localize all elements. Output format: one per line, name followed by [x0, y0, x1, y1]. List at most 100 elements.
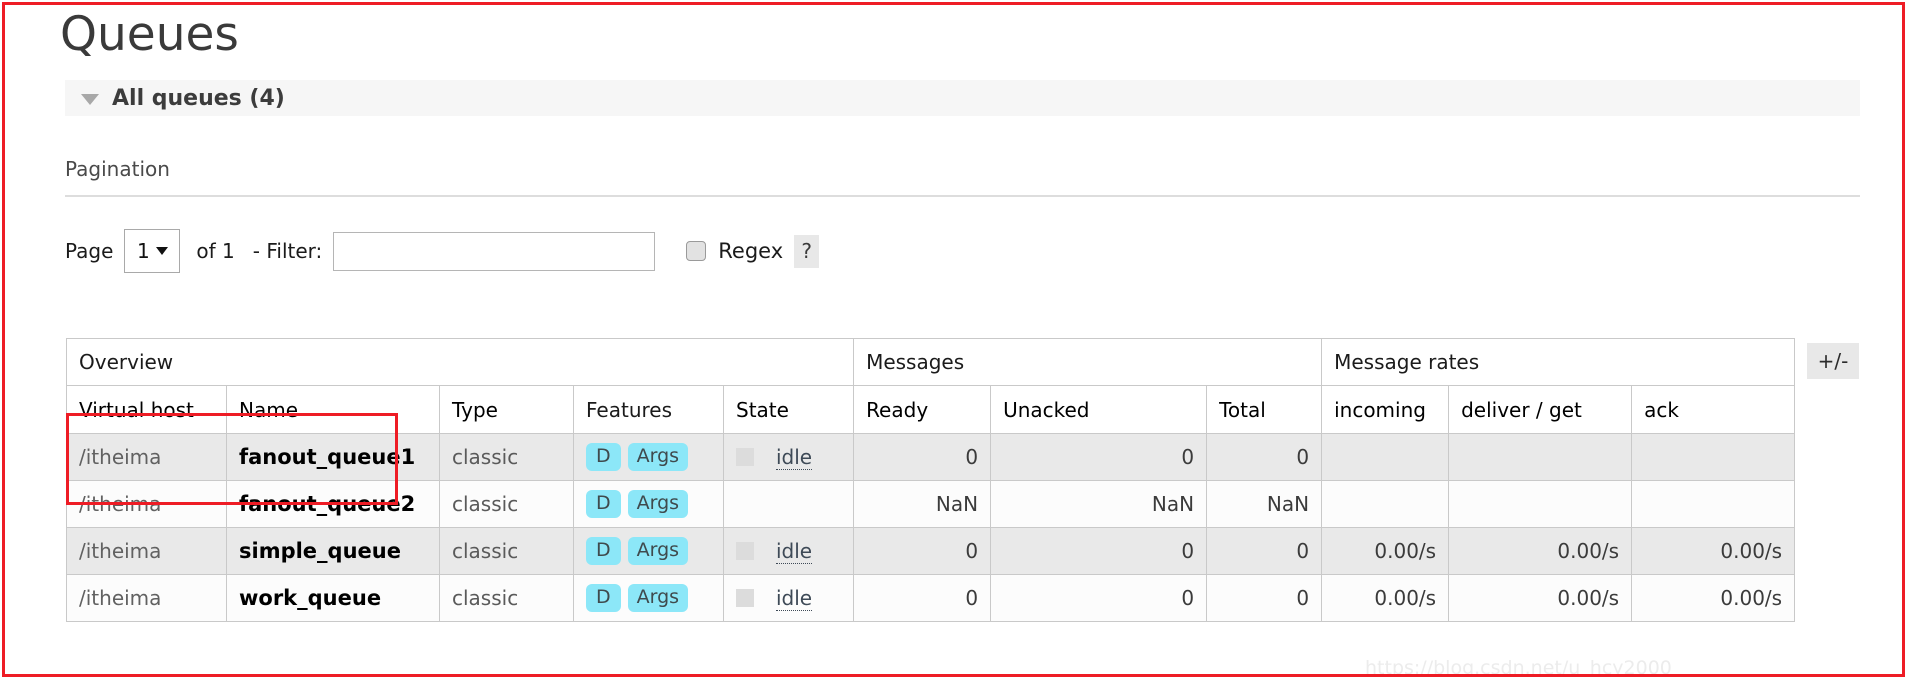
column-header-state[interactable]: State [722, 385, 855, 434]
cell-type: classic [439, 574, 574, 622]
durable-badge[interactable]: D [586, 489, 621, 519]
durable-badge[interactable]: D [586, 536, 621, 566]
args-badge[interactable]: Args [627, 442, 689, 472]
cell-incoming: 0.00/s [1321, 527, 1450, 575]
page-number-value: 1 [137, 239, 150, 263]
cell-type: classic [439, 527, 574, 575]
cell-ready: 0 [853, 433, 992, 481]
cell-ready: NaN [853, 480, 992, 528]
cell-type: classic [439, 433, 574, 481]
cell-virtual-host: /itheima [66, 527, 227, 575]
column-header-name[interactable]: Name [226, 385, 440, 434]
cell-deliver-get [1448, 433, 1633, 481]
watermark-text: https://blog.csdn.net/u_hcy2000 [1365, 657, 1672, 677]
cell-features: D Args [573, 527, 724, 575]
cell-deliver-get: 0.00/s [1448, 574, 1633, 622]
chevron-down-icon [155, 247, 168, 255]
column-header-unacked[interactable]: Unacked [990, 385, 1208, 434]
cell-virtual-host: /itheima [66, 574, 227, 622]
cell-unacked: 0 [990, 574, 1208, 622]
cell-ready: 0 [853, 527, 992, 575]
cell-features: D Args [573, 574, 724, 622]
table-group-header-row: Overview Messages Message rates [65, 338, 1796, 386]
durable-badge[interactable]: D [586, 442, 621, 472]
pagination-controls: Page 1 of 1 - Filter: Regex ? [65, 229, 820, 273]
state-indicator: idle [736, 445, 841, 470]
page-number-select[interactable]: 1 [124, 229, 181, 273]
state-indicator: idle [736, 586, 841, 611]
table-row[interactable]: /itheima fanout_queue2 classic D Args NaN NaN N… [66, 480, 1796, 528]
column-header-incoming[interactable]: incoming [1321, 385, 1450, 434]
page-total-label: of 1 [196, 239, 235, 263]
args-badge[interactable]: Args [627, 583, 689, 613]
cell-state: idle [722, 433, 855, 481]
table-row[interactable]: /itheima work_queue classic D Args idle 0 0 0 0.0… [66, 574, 1796, 622]
regex-help-button[interactable]: ? [794, 234, 820, 268]
cell-ack [1631, 433, 1796, 481]
queues-table-body: /itheima fanout_queue1 classic D Args idle 0 0 0… [66, 433, 1796, 622]
triangle-down-icon[interactable] [81, 93, 99, 105]
toggle-columns-button[interactable]: +/- [1807, 343, 1859, 379]
features-badges: D Args [586, 536, 711, 566]
cell-virtual-host: /itheima [66, 433, 227, 481]
pagination-divider [65, 195, 1860, 197]
cell-incoming [1321, 433, 1450, 481]
state-indicator: idle [736, 539, 841, 564]
cell-total: NaN [1206, 480, 1323, 528]
features-badges: D Args [586, 489, 711, 519]
page-label: Page [65, 239, 114, 263]
cell-total: 0 [1206, 574, 1323, 622]
group-header-message-rates: Message rates [1321, 338, 1796, 386]
cell-virtual-host: /itheima [66, 480, 227, 528]
queues-page: Queues All queues (4) Pagination Page 1 … [5, 5, 1902, 674]
cell-total: 0 [1206, 433, 1323, 481]
cell-queue-name[interactable]: fanout_queue2 [226, 480, 440, 528]
all-queues-section-header[interactable]: All queues (4) [65, 80, 1860, 116]
args-badge[interactable]: Args [627, 536, 689, 566]
durable-badge[interactable]: D [586, 583, 621, 613]
table-row[interactable]: /itheima simple_queue classic D Args idle 0 0 0 0… [66, 527, 1796, 575]
annotated-screenshot-frame: Queues All queues (4) Pagination Page 1 … [2, 2, 1905, 677]
regex-label: Regex [718, 239, 784, 263]
state-label: idle [776, 444, 813, 470]
cell-queue-name[interactable]: simple_queue [226, 527, 440, 575]
cell-features: D Args [573, 433, 724, 481]
args-badge[interactable]: Args [627, 489, 689, 519]
cell-unacked: 0 [990, 527, 1208, 575]
state-square-icon [736, 542, 754, 560]
group-header-overview: Overview [65, 338, 855, 386]
column-header-features: Features [573, 385, 724, 434]
column-header-ready[interactable]: Ready [853, 385, 992, 434]
all-queues-label: All queues (4) [112, 85, 285, 111]
cell-ready: 0 [853, 574, 992, 622]
cell-total: 0 [1206, 527, 1323, 575]
filter-input[interactable] [333, 231, 656, 271]
cell-state: idle [722, 527, 855, 575]
column-header-deliver-get[interactable]: deliver / get [1448, 385, 1633, 434]
filter-label: - Filter: [252, 239, 323, 263]
cell-incoming: 0.00/s [1321, 574, 1450, 622]
pagination-heading: Pagination [65, 157, 170, 181]
cell-ack: 0.00/s [1631, 574, 1796, 622]
cell-ack: 0.00/s [1631, 527, 1796, 575]
table-column-header-row: Virtual host Name Type Features State Re… [66, 385, 1796, 434]
state-square-icon [736, 448, 754, 466]
column-header-ack[interactable]: ack [1631, 385, 1796, 434]
page-title: Queues [60, 7, 239, 62]
cell-state: idle [722, 574, 855, 622]
cell-queue-name[interactable]: fanout_queue1 [226, 433, 440, 481]
column-header-total[interactable]: Total [1206, 385, 1323, 434]
state-square-icon [736, 589, 754, 607]
cell-incoming [1321, 480, 1450, 528]
features-badges: D Args [586, 442, 711, 472]
column-header-virtual-host[interactable]: Virtual host [66, 385, 227, 434]
cell-deliver-get: 0.00/s [1448, 527, 1633, 575]
cell-unacked: NaN [990, 480, 1208, 528]
column-header-type[interactable]: Type [439, 385, 574, 434]
regex-checkbox[interactable] [686, 241, 707, 261]
cell-queue-name[interactable]: work_queue [226, 574, 440, 622]
cell-type: classic [439, 480, 574, 528]
table-row[interactable]: /itheima fanout_queue1 classic D Args idle 0 0 0 [66, 433, 1796, 481]
cell-features: D Args [573, 480, 724, 528]
cell-unacked: 0 [990, 433, 1208, 481]
